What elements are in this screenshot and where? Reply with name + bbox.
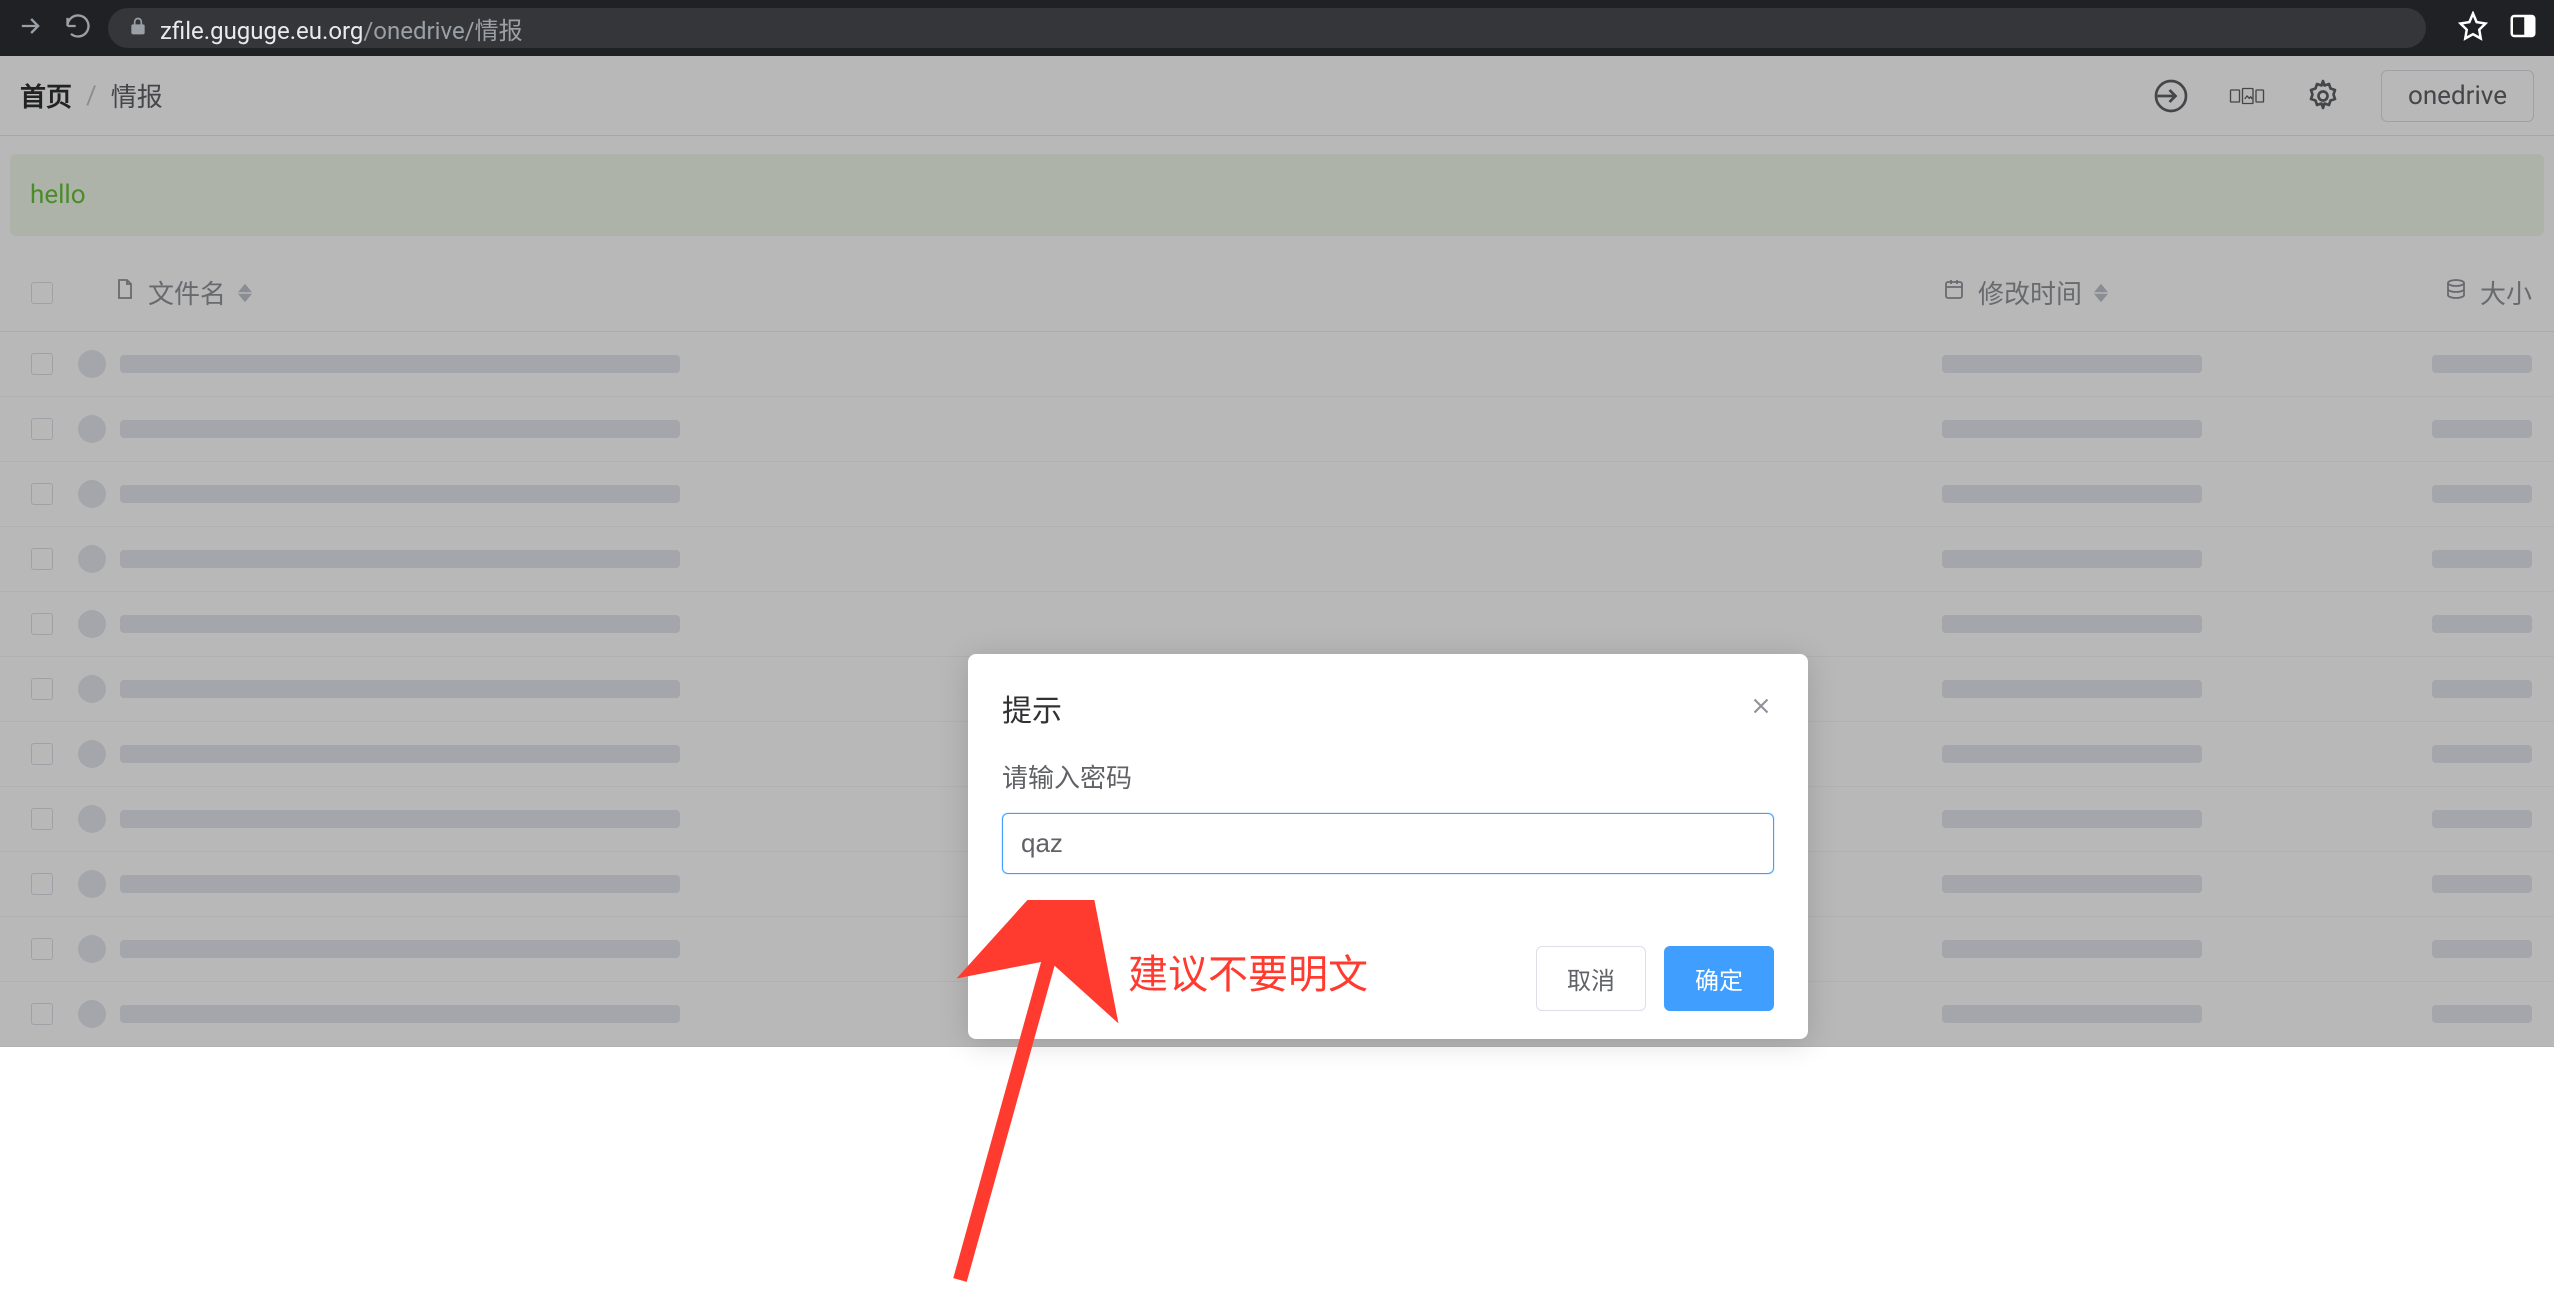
modal-label: 请输入密码: [1002, 758, 1774, 795]
lock-icon: [128, 14, 148, 42]
url-path: /onedrive/情报: [363, 17, 522, 45]
browser-nav: [16, 12, 92, 44]
annotation-text: 建议不要明文: [1128, 942, 1368, 1000]
panel-icon[interactable]: [2508, 11, 2538, 45]
password-modal: 提示 请输入密码 取消 确定: [968, 654, 1808, 1039]
star-icon[interactable]: [2458, 11, 2488, 45]
modal-title: 提示: [1002, 686, 1062, 730]
forward-icon[interactable]: [16, 12, 44, 44]
reload-icon[interactable]: [64, 12, 92, 44]
password-input[interactable]: [1002, 813, 1774, 874]
address-url: zfile.guguge.eu.org/onedrive/情报: [160, 11, 523, 46]
confirm-button[interactable]: 确定: [1664, 946, 1774, 1011]
address-bar[interactable]: zfile.guguge.eu.org/onedrive/情报: [108, 8, 2426, 48]
close-icon[interactable]: [1748, 693, 1774, 723]
browser-right: [2458, 11, 2538, 45]
url-host: zfile.guguge.eu.org: [160, 17, 363, 45]
cancel-button[interactable]: 取消: [1536, 946, 1646, 1011]
browser-toolbar: zfile.guguge.eu.org/onedrive/情报: [0, 0, 2554, 56]
